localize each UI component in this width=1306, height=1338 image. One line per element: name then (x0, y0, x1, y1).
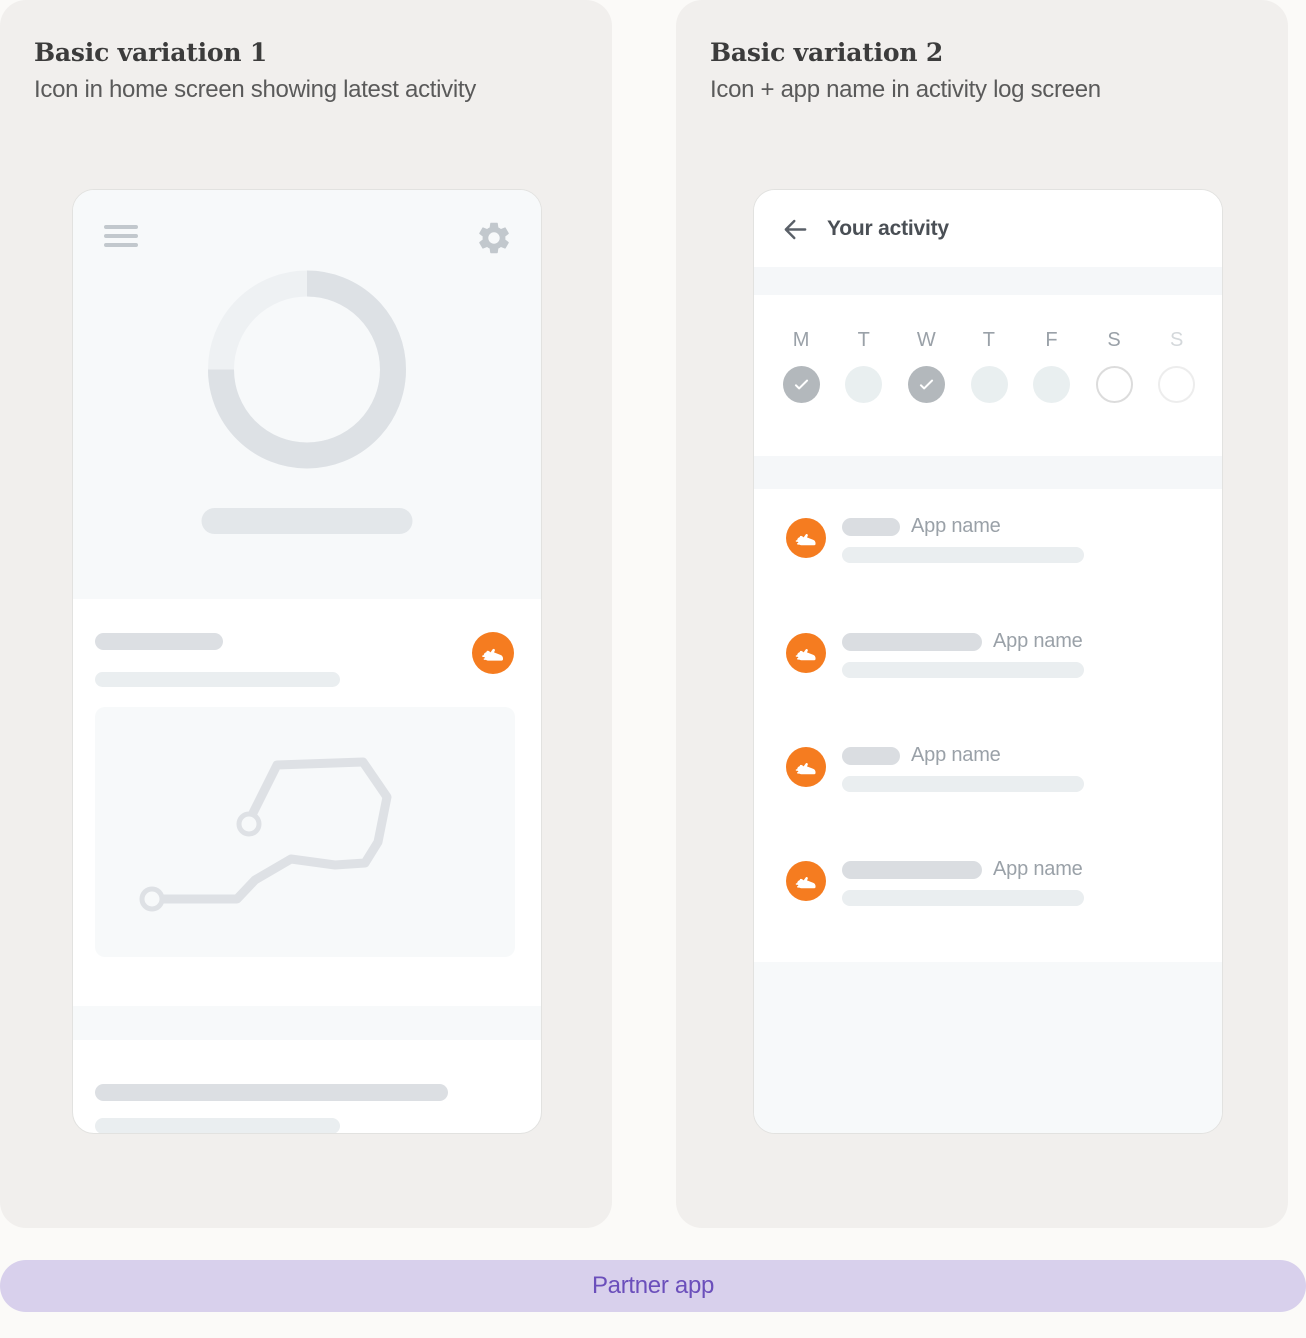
activity-header: Your activity (754, 190, 1222, 267)
panel-1-title: Basic variation 1 (34, 38, 268, 67)
day-label: W (916, 329, 937, 351)
day-label: T (982, 329, 996, 351)
activity-subtitle-placeholder (95, 672, 340, 687)
check-icon (794, 379, 808, 390)
gear-icon[interactable] (475, 219, 513, 257)
activity-detail-placeholder (842, 547, 1084, 563)
activity-chip-placeholder (842, 746, 900, 765)
running-shoe-icon[interactable] (472, 632, 514, 674)
day-column-monday[interactable]: M (770, 329, 833, 403)
home-hero-section (73, 190, 541, 599)
day-column-sunday[interactable]: S (1145, 329, 1208, 403)
day-status-indicator[interactable] (970, 366, 1008, 403)
day-label: T (857, 329, 871, 351)
list-item[interactable]: App name (754, 852, 1222, 912)
running-shoe-icon (786, 747, 826, 787)
activity-chip-placeholder (842, 860, 982, 879)
day-label: M (792, 329, 810, 351)
panel-1-subtitle: Icon in home screen showing latest activ… (34, 76, 476, 103)
day-column-wednesday[interactable]: W (895, 329, 958, 403)
day-label: S (1107, 329, 1121, 351)
check-icon (919, 379, 934, 390)
activity-list: App name App name App name App name (754, 489, 1222, 962)
running-shoe-icon (786, 861, 826, 901)
phone-mockup-activity-screen: Your activity M T W T F S S App name App… (753, 189, 1223, 1134)
app-name-label: App name (993, 630, 1083, 652)
route-map-card[interactable] (95, 707, 515, 957)
route-path-icon (139, 757, 392, 912)
week-list-divider-band (754, 456, 1222, 489)
activity-title-placeholder (95, 633, 223, 650)
app-name-label: App name (911, 744, 1001, 766)
hamburger-menu-icon[interactable] (104, 225, 138, 247)
day-column-friday[interactable]: F (1020, 329, 1083, 403)
phone-mockup-home-screen (72, 189, 542, 1134)
list-item[interactable]: App name (754, 624, 1222, 684)
panel-2-subtitle: Icon + app name in activity log screen (710, 76, 1101, 103)
footer-line-placeholder-1 (95, 1084, 448, 1101)
day-status-indicator[interactable] (782, 366, 820, 403)
activity-progress-ring (205, 267, 410, 472)
running-shoe-icon (786, 633, 826, 673)
partner-app-label: Partner app (591, 1272, 715, 1299)
activity-chip-placeholder (842, 517, 900, 536)
day-status-indicator[interactable] (1158, 366, 1196, 403)
day-label: S (1169, 329, 1184, 351)
partner-app-banner: Partner app (0, 1260, 1306, 1312)
app-name-label: App name (911, 515, 1001, 537)
day-status-indicator[interactable] (1095, 366, 1133, 403)
activity-detail-placeholder (842, 890, 1084, 906)
activity-chip-placeholder (842, 632, 982, 651)
header-divider-band (754, 267, 1222, 295)
day-column-tuesday[interactable]: T (833, 329, 896, 403)
back-arrow-icon[interactable] (781, 215, 810, 244)
list-item[interactable]: App name (754, 509, 1222, 569)
activity-detail-placeholder (842, 662, 1084, 678)
hero-placeholder-bar (201, 508, 413, 534)
panel-2-title: Basic variation 2 (710, 38, 944, 67)
page-title: Your activity (827, 217, 949, 240)
day-status-indicator[interactable] (907, 366, 945, 403)
day-status-indicator[interactable] (1033, 366, 1071, 403)
week-tracker: M T W T F S S (754, 295, 1222, 456)
day-status-indicator[interactable] (845, 366, 883, 403)
list-item[interactable]: App name (754, 738, 1222, 798)
footer-line-placeholder-2 (95, 1118, 340, 1133)
home-section-divider (73, 1006, 541, 1040)
day-column-saturday[interactable]: S (1083, 329, 1146, 403)
day-column-thursday[interactable]: T (958, 329, 1021, 403)
running-shoe-icon (786, 518, 826, 558)
activity-detail-placeholder (842, 776, 1084, 792)
day-label: F (1045, 329, 1058, 351)
activity-list-footer-space (754, 962, 1222, 1133)
app-name-label: App name (993, 858, 1083, 880)
